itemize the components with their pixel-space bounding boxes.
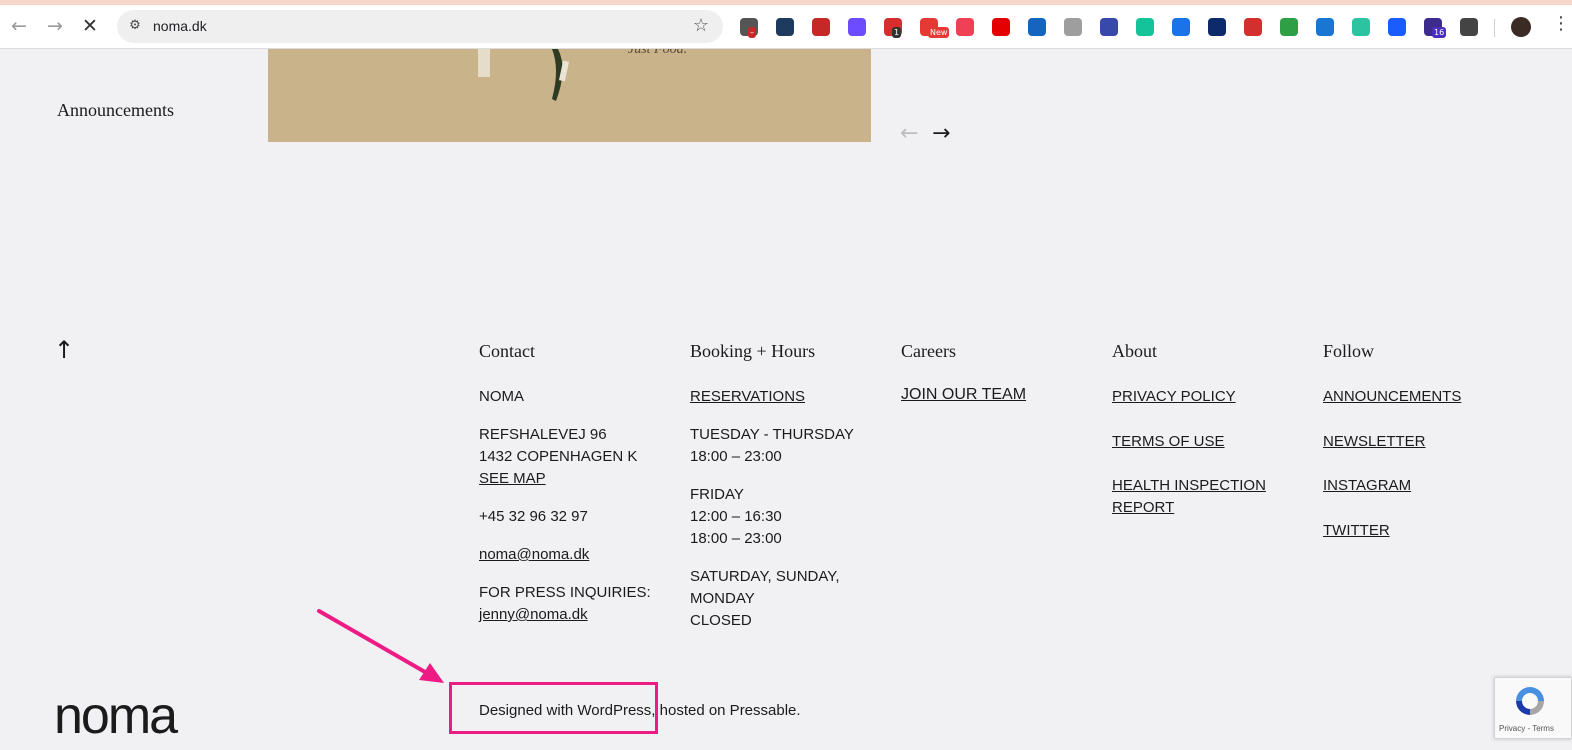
address-bar[interactable]: ⚙ noma.dk ☆ [117,10,723,43]
bookmark-star-icon[interactable]: ☆ [693,15,709,36]
footer-careers-column: Careers JOIN OUR TEAM [901,340,1101,427]
site-info-icon[interactable]: ⚙ [126,17,144,35]
booking-title: Booking + Hours [690,341,816,361]
contact-title: Contact [479,341,535,361]
ext-seo-icon[interactable] [812,18,830,36]
ext-clock-icon[interactable] [1172,18,1190,36]
health-inspection-link[interactable]: HEALTH INSPECTION REPORT [1112,475,1287,519]
address: REFSHALEVEJ 96 1432 COPENHAGEN K SEE MAP [479,424,679,490]
back-button[interactable]: ← [6,13,32,39]
stop-loading-button[interactable]: ✕ [77,13,103,39]
careers-title: Careers [901,341,956,361]
newsletter-link[interactable]: NEWSLETTER [1323,431,1523,453]
ext-calendar-badge: 1 [892,27,902,38]
tue-thu-label: TUESDAY - THURSDAY [690,426,854,443]
recaptcha-privacy-terms[interactable]: Privacy - Terms [1499,724,1554,733]
twitter-link[interactable]: TWITTER [1323,520,1523,542]
noma-logo[interactable]: noma [54,690,178,742]
url-text[interactable]: noma.dk [153,18,207,34]
ext-square-icon[interactable] [1388,18,1406,36]
ext-photo-icon[interactable] [1064,18,1082,36]
ext-globe-badge: – [748,27,756,38]
announcements-link[interactable]: ANNOUNCEMENTS [1323,386,1523,408]
footer-contact-column: Contact NOMA REFSHALEVEJ 96 1432 COPENHA… [479,340,679,642]
terms-of-use-link[interactable]: TERMS OF USE [1112,431,1287,453]
ext-cap-badge: 16 [1432,27,1447,38]
toolbar-separator [1494,19,1495,37]
tue-thu-hours: TUESDAY - THURSDAY 18:00 – 23:00 [690,424,865,468]
announcements-heading: Announcements [57,100,174,120]
ext-printer-icon[interactable] [1316,18,1334,36]
carousel-next-arrow[interactable]: → [932,121,950,146]
ext-abp-icon[interactable] [992,18,1010,36]
phone-number: +45 32 96 32 97 [479,508,588,525]
address-line-1: REFSHALEVEJ 96 [479,426,607,443]
image-caption: Just Food. [628,49,688,57]
browser-menu-icon[interactable]: ⋮ [1552,13,1570,34]
ext-shield-icon[interactable] [1280,18,1298,36]
footer-follow-column: Follow ANNOUNCEMENTS NEWSLETTER INSTAGRA… [1323,340,1523,564]
press-email-link[interactable]: jenny@noma.dk [479,604,679,626]
forward-button[interactable]: → [42,13,68,39]
carousel-prev-arrow[interactable]: ← [900,121,918,146]
instagram-link[interactable]: INSTAGRAM [1323,475,1523,497]
friday-label: FRIDAY [690,486,744,503]
see-map-link[interactable]: SEE MAP [479,468,679,490]
weekend-label: SATURDAY, SUNDAY, MONDAY [690,568,840,607]
press-block: FOR PRESS INQUIRIES: jenny@noma.dk [479,582,679,626]
ext-pocket-icon[interactable] [956,18,974,36]
ext-vpn-icon[interactable] [1028,18,1046,36]
press-label: FOR PRESS INQUIRIES: [479,584,651,601]
recaptcha-icon [1516,687,1544,715]
ext-grammarly-icon[interactable] [1136,18,1154,36]
email-link[interactable]: noma@noma.dk [479,546,589,563]
join-our-team-link[interactable]: JOIN OUR TEAM [901,386,1101,404]
profile-avatar[interactable] [1511,17,1531,37]
weekend-hours: SATURDAY, SUNDAY, MONDAY CLOSED [690,566,865,632]
recaptcha-badge[interactable]: Privacy - Terms [1494,677,1572,739]
address-line-2: 1432 COPENHAGEN K [479,448,638,465]
friday-time-1: 12:00 – 16:30 [690,508,782,525]
friday-time-2: 18:00 – 23:00 [690,530,782,547]
reservations-link[interactable]: RESERVATIONS [690,388,805,405]
privacy-policy-link[interactable]: PRIVACY POLICY [1112,386,1287,408]
ext-d-icon[interactable] [848,18,866,36]
annotation-highlight-box [449,682,658,734]
about-title: About [1112,341,1157,361]
footer-booking-column: Booking + Hours RESERVATIONS TUESDAY - T… [690,340,865,648]
tue-thu-time: 18:00 – 23:00 [690,448,782,465]
ext-search-icon[interactable] [776,18,794,36]
follow-title: Follow [1323,341,1375,361]
ext-blocks-icon[interactable] [1100,18,1118,36]
weekend-status: CLOSED [690,612,752,629]
restaurant-name: NOMA [479,388,524,405]
ext-fingerprint-icon[interactable] [1208,18,1226,36]
announcement-illustration [478,49,570,101]
announcement-image[interactable]: Just Food. [268,49,871,142]
friday-hours: FRIDAY 12:00 – 16:30 18:00 – 23:00 [690,484,865,550]
footer-about-column: About PRIVACY POLICY TERMS OF USE HEALTH… [1112,340,1287,542]
browser-toolbar: ← → ✕ ⚙ noma.dk ☆ – 1 New 16 ⋮ [0,5,1572,49]
ext-puzzle-icon[interactable] [1460,18,1478,36]
ext-smile-icon[interactable] [1352,18,1370,36]
ext-new-badge: New [928,27,950,38]
ext-location-icon[interactable] [1244,18,1262,36]
back-to-top-arrow-icon[interactable]: ↑ [54,336,74,364]
